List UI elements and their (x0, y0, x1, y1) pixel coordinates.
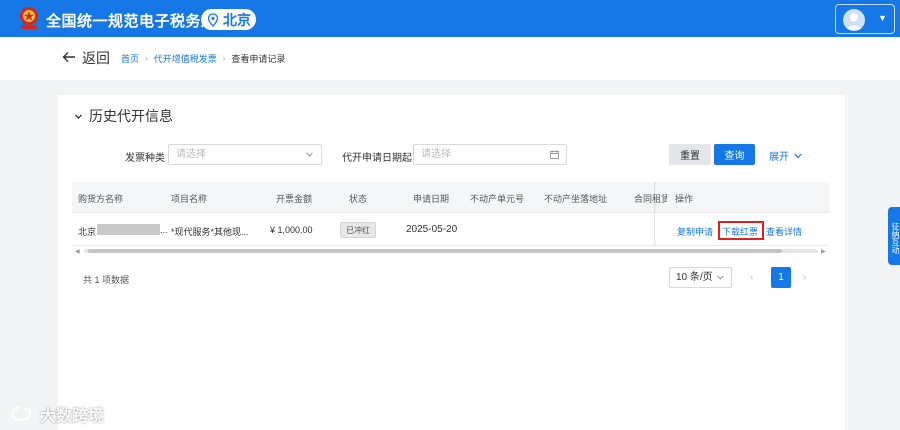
invoice-type-select[interactable]: 请选择 (168, 144, 322, 165)
scroll-left-icon[interactable]: ◀ (75, 248, 80, 255)
copy-apply-link[interactable]: 复制申请 (677, 225, 713, 238)
col-address: 不动产坐落地址 (544, 194, 608, 204)
region-selector[interactable]: 北京 (201, 9, 256, 30)
cell-item: *现代服务*其他现... (171, 227, 249, 237)
breadcrumb-separator-icon: › (145, 54, 148, 63)
expand-label: 展开 (769, 152, 789, 163)
col-actions: 操作 (675, 194, 694, 204)
col-buyer: 购货方名称 (78, 194, 124, 204)
watermark-logo-icon (11, 406, 32, 421)
status-badge: 已冲红 (340, 222, 376, 238)
user-icon (846, 13, 862, 30)
watermark-text: 大数跨境 (40, 408, 105, 425)
breadcrumb-separator-icon: › (222, 54, 226, 63)
col-item: 项目名称 (171, 194, 208, 204)
cell-amount: ¥ 1,000.00 (270, 225, 313, 235)
table-header: 购货方名称 项目名称 开票金额 状态 申请日期 不动产单元号 不动产坐落地址 合… (72, 182, 830, 213)
scroll-thumb[interactable] (88, 249, 782, 253)
table-row: 北京 ... *现代服务*其他现... ¥ 1,000.00 已冲红 2025-… (72, 213, 830, 246)
col-status: 状态 (349, 194, 368, 204)
horizontal-scrollbar[interactable]: ◀ ▶ (72, 247, 830, 255)
expand-filters-link[interactable]: 展开 (769, 148, 802, 163)
apply-date-placeholder: 请选择 (421, 149, 451, 160)
page-1-button[interactable]: 1 (771, 267, 791, 288)
section-header[interactable]: 历史代开信息 (74, 106, 173, 126)
calendar-icon (550, 150, 559, 159)
col-date: 申请日期 (413, 194, 450, 204)
watermark: 大数跨境 (10, 402, 104, 426)
site-title: 全国统一规范电子税务局 (46, 13, 217, 30)
invoice-type-label: 发票种类 (125, 153, 165, 164)
col-amount: 开票金额 (276, 194, 313, 204)
back-button[interactable]: 返回 (82, 48, 110, 68)
apply-date-label: 代开申请日期起 (342, 153, 412, 164)
chevron-down-icon (306, 152, 313, 157)
chevron-down-icon (794, 153, 802, 158)
user-menu[interactable]: ▼ (835, 4, 895, 34)
cell-date: 2025-05-20 (406, 224, 458, 235)
interaction-side-tab[interactable]: 征纳互动 (888, 207, 900, 265)
view-details-link[interactable]: 查看详情 (766, 225, 802, 238)
section-title: 历史代开信息 (89, 108, 173, 124)
cell-buyer: 北京 (78, 227, 97, 237)
prev-page-icon[interactable]: ‹ (750, 272, 753, 283)
avatar (843, 9, 865, 31)
chevron-down-icon (75, 114, 82, 119)
caret-down-icon: ▼ (878, 13, 887, 23)
cell-buyer-ellipsis: ... (160, 225, 168, 235)
back-arrow-icon[interactable] (62, 51, 76, 63)
top-bar: 全国统一规范电子税务局 北京 ▼ (0, 0, 900, 37)
fixed-column-shadow (654, 182, 656, 246)
highlight-box (718, 221, 764, 240)
location-pin-icon (207, 12, 219, 27)
invoice-type-placeholder: 请选择 (176, 149, 206, 160)
redacted-mask (97, 224, 160, 235)
page-size-select[interactable]: 10 条/页 (669, 267, 732, 288)
query-button[interactable]: 查询 (714, 144, 755, 165)
next-page-icon[interactable]: › (803, 272, 806, 283)
history-card: 历史代开信息 发票种类 请选择 代开申请日期起 请选择 重置 查询 展开 购货方… (58, 95, 845, 430)
col-unit-no: 不动产单元号 (470, 194, 525, 204)
region-label: 北京 (223, 11, 251, 28)
apply-date-picker[interactable]: 请选择 (413, 144, 567, 165)
chevron-down-icon (717, 275, 724, 280)
scroll-right-icon[interactable]: ▶ (821, 248, 826, 255)
reset-button[interactable]: 重置 (669, 144, 711, 165)
tax-emblem-icon (20, 7, 38, 29)
sub-header: 返回 首页 › 代开增值税发票 › 查看申请记录 (0, 37, 900, 80)
total-count: 共 1 项数据 (83, 275, 130, 285)
breadcrumb: 首页 › 代开增值税发票 › 查看申请记录 (121, 52, 285, 65)
breadcrumb-vat-invoice[interactable]: 代开增值税发票 (154, 52, 217, 65)
breadcrumb-current: 查看申请记录 (231, 54, 286, 64)
col-lease: 合同租赁 (634, 194, 667, 204)
page-size-label: 10 条/页 (676, 272, 713, 283)
breadcrumb-home[interactable]: 首页 (121, 52, 139, 65)
